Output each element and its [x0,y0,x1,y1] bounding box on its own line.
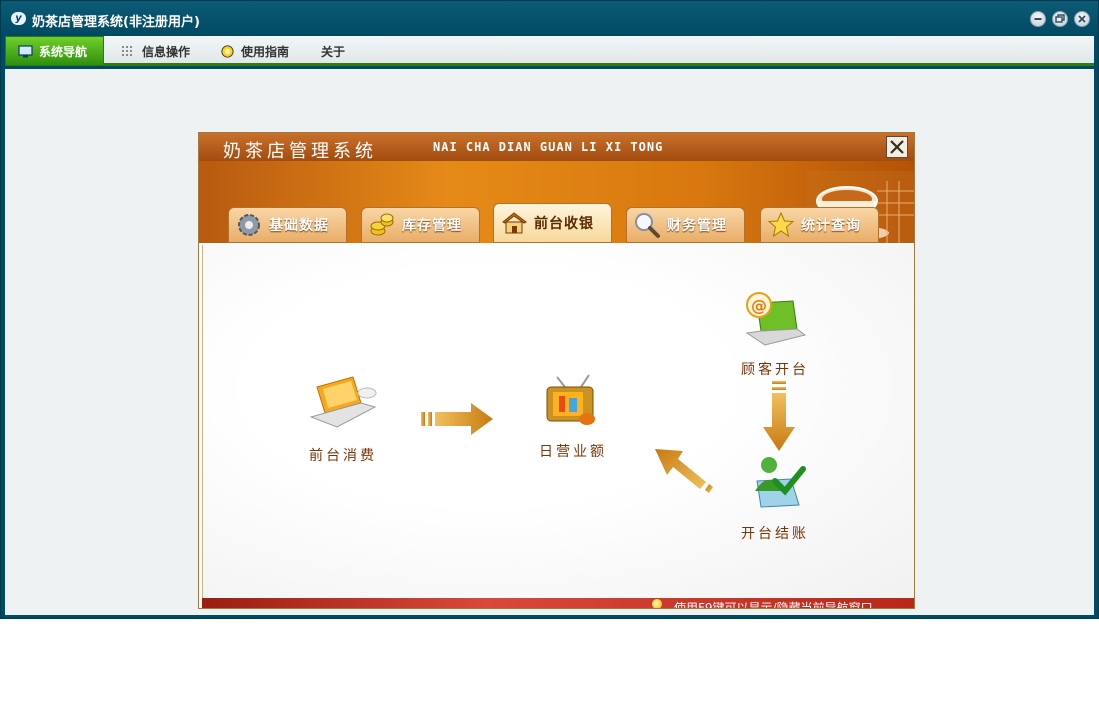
user-check-icon [755,457,806,508]
menu-item-system-navigation[interactable]: 系统导航 [5,36,104,66]
node-label: 开台结账 [741,526,809,542]
tab-label: 统计查询 [801,218,861,234]
menu-item-info-operation[interactable]: 信息操作 [121,36,190,66]
open-table-node[interactable]: @ 顾客开台 [715,287,835,379]
tab-statistics[interactable]: 统计查询 [760,207,879,243]
house-icon [502,212,527,234]
menu-item-label: 关于 [321,44,346,59]
tab-label: 基础数据 [269,218,329,234]
tab-front-desk-cashier[interactable]: 前台收银 [493,203,612,243]
close-icon [1078,15,1086,23]
restore-icon [1055,14,1065,23]
arrow-down-icon [763,381,795,451]
minimize-icon [1034,18,1042,20]
node-label: 日营业额 [539,444,607,460]
monitor-icon [18,44,33,57]
dialog-close-button[interactable] [886,136,908,158]
tab-label: 前台收银 [534,216,594,232]
dialog-subtitle: NAI CHA DIAN GUAN LI XI TONG [433,140,664,154]
grid-icon [122,45,132,56]
tab-inventory[interactable]: 库存管理 [361,207,480,243]
menu-item-user-guide[interactable]: 使用指南 [220,36,289,66]
app-logo: y [11,12,26,25]
window-title: 奶茶店管理系统(非注册用户) [32,15,200,30]
menu-item-label: 信息操作 [142,44,191,59]
coins-icon [370,213,394,236]
star-icon [767,211,795,238]
close-button[interactable] [1074,11,1090,27]
title-bar[interactable]: y 奶茶店管理系统(非注册用户) [1,1,1098,36]
magnifier-icon [635,213,660,238]
arrow-right-icon [421,403,493,435]
laptop-icon [309,376,377,428]
dialog-title-bar[interactable]: 奶茶店管理系统 NAI CHA DIAN GUAN LI XI TONG [199,133,914,162]
email-laptop-icon: @ [745,292,807,346]
close-icon [890,140,904,154]
dialog-title: 奶茶店管理系统 [223,141,377,162]
lightbulb-icon [221,44,234,58]
node-label: 顾客开台 [741,362,809,378]
svg-text:@: @ [751,296,767,315]
restore-button[interactable] [1052,11,1068,27]
shopping-tv-icon [546,374,595,425]
menu-item-label: 系统导航 [39,44,88,59]
tab-basic-data[interactable]: 基础数据 [228,207,347,243]
tab-finance[interactable]: 财务管理 [626,207,745,243]
dialog-body: 前台消费 日营业额 @ 顾客开台 开台结账 [202,245,914,598]
lightbulb-icon [652,599,662,608]
front-consume-node[interactable]: 前台消费 [283,373,403,465]
menu-bar: 系统导航 信息操作 使用指南 关于 [5,36,1094,66]
arrow-up-left-icon [655,449,713,493]
navigation-dialog: 奶茶店管理系统 NAI CHA DIAN GUAN LI XI TONG 基础数… [198,132,915,609]
gear-icon [238,214,260,236]
tab-label: 财务管理 [667,218,727,234]
minimize-button[interactable] [1030,11,1046,27]
menu-item-label: 使用指南 [241,44,290,59]
dialog-status-bar: 使用F9键可以显示/隐藏当前导航窗口 [202,598,914,609]
daily-revenue-node[interactable]: 日营业额 [513,369,633,461]
menu-item-about[interactable]: 关于 [321,36,345,66]
node-label: 前台消费 [309,448,377,464]
checkout-node[interactable]: 开台结账 [715,451,835,543]
tab-label: 库存管理 [402,218,462,234]
status-text: 使用F9键可以显示/隐藏当前导航窗口 [674,601,873,609]
